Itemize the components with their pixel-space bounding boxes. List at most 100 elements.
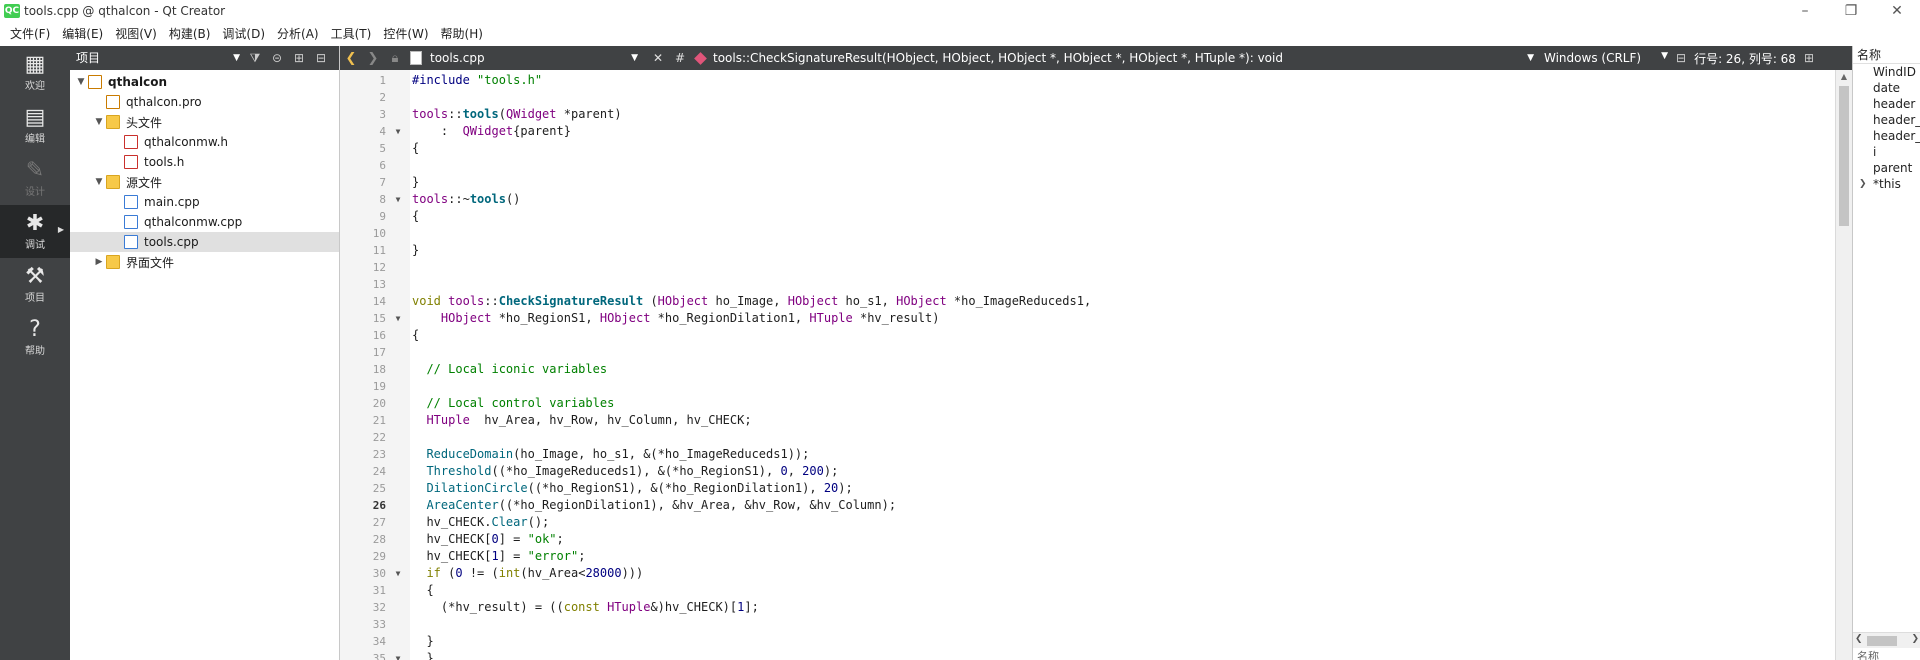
open-file-selector[interactable]: tools.cpp ▼ <box>406 48 646 68</box>
tree-item[interactable]: qthalconmw.h <box>70 132 339 152</box>
code-line[interactable]: 31 { <box>340 582 1835 599</box>
locals-row[interactable]: parent <box>1853 160 1920 176</box>
locals-row[interactable]: i <box>1853 144 1920 160</box>
menu-item[interactable]: 工具(T) <box>325 22 378 46</box>
menu-item[interactable]: 编辑(E) <box>56 22 109 46</box>
code-line[interactable]: 11} <box>340 242 1835 259</box>
scroll-right-icon[interactable]: ❯ <box>1911 634 1919 644</box>
code-editor[interactable]: 1 #include "tools.h" 2 3 tools::tools(QWidge… <box>340 70 1835 660</box>
tree-item[interactable]: qthalcon.pro <box>70 92 339 112</box>
code-line[interactable]: 26 AreaCenter((*ho_RegionDilation1), &hv… <box>340 497 1835 514</box>
menu-item[interactable]: 构建(B) <box>163 22 217 46</box>
editor-vertical-scrollbar[interactable]: ▲ <box>1835 70 1852 660</box>
code-line[interactable]: 20 // Local control variables <box>340 395 1835 412</box>
link-icon[interactable]: ⊝ <box>266 51 288 65</box>
line-ending-selector[interactable]: Windows (CRLF) ▼ <box>1536 51 1676 65</box>
chevron-down-icon[interactable]: ▼ <box>92 117 106 127</box>
code-line[interactable]: 14 void tools::CheckSignatureResult (HObj… <box>340 293 1835 310</box>
close-pane-icon[interactable]: ⊟ <box>310 51 332 65</box>
cursor-position[interactable]: 行号: 26, 列号: 68 <box>1686 50 1796 67</box>
back-arrow-icon[interactable]: ❮ <box>340 51 362 66</box>
code-line[interactable]: 2 <box>340 89 1835 106</box>
split-editor-icon[interactable]: ⊞ <box>1804 51 1814 65</box>
code-line[interactable]: 16 { <box>340 327 1835 344</box>
menu-item[interactable]: 调试(D) <box>216 22 271 46</box>
tree-item[interactable]: tools.cpp <box>70 232 339 252</box>
fold-marker-icon[interactable]: ▼ <box>392 310 404 327</box>
code-line[interactable]: 19 <box>340 378 1835 395</box>
code-line[interactable]: 28 hv_CHECK[0] = "ok"; <box>340 531 1835 548</box>
tree-item[interactable]: ▼ qthalcon <box>70 72 339 92</box>
code-line[interactable]: 6 <box>340 157 1835 174</box>
split-icon[interactable]: ⊞ <box>288 51 310 65</box>
menu-item[interactable]: 分析(A) <box>271 22 325 46</box>
mode-pencil[interactable]: ✎ 设计 <box>0 152 70 205</box>
project-view-selector[interactable]: 项目 ▼ <box>74 48 244 68</box>
fold-marker-icon[interactable]: ▼ <box>392 650 404 660</box>
document-properties-icon[interactable]: ⊟ <box>1676 51 1686 65</box>
code-line[interactable]: 27 hv_CHECK.Clear(); <box>340 514 1835 531</box>
locals-row[interactable]: header_ <box>1853 112 1920 128</box>
code-line[interactable]: 21 HTuple hv_Area, hv_Row, hv_Column, hv… <box>340 412 1835 429</box>
fold-marker-icon[interactable]: ▼ <box>392 191 404 208</box>
code-line[interactable]: 13 <box>340 276 1835 293</box>
locals-name-header[interactable]: 名称 <box>1853 46 1920 64</box>
locals-row[interactable]: ❯ *this <box>1853 176 1920 192</box>
tree-item[interactable]: ▼ 头文件 <box>70 112 339 132</box>
chevron-right-icon[interactable]: ❯ <box>1859 176 1867 192</box>
forward-arrow-icon[interactable]: ❯ <box>362 51 384 66</box>
locals-row[interactable]: header_ <box>1853 128 1920 144</box>
code-line[interactable]: 24 Threshold((*ho_ImageReduceds1), &(*ho… <box>340 463 1835 480</box>
scroll-left-icon[interactable]: ❮ <box>1855 634 1863 644</box>
locals-horizontal-scrollbar[interactable]: ❮ ❯ <box>1853 632 1920 648</box>
code-line[interactable]: 34 } <box>340 633 1835 650</box>
tree-item[interactable]: tools.h <box>70 152 339 172</box>
tree-item[interactable]: ▶ 界面文件 <box>70 252 339 272</box>
code-line[interactable]: 3 tools::tools(QWidget *parent) <box>340 106 1835 123</box>
tree-item[interactable]: main.cpp <box>70 192 339 212</box>
code-line[interactable]: 32 (*hv_result) = ((const HTuple&)hv_CHE… <box>340 599 1835 616</box>
fold-marker-icon[interactable]: ▼ <box>392 123 404 140</box>
minimize-icon[interactable]: – <box>1782 0 1828 22</box>
code-line[interactable]: 18 // Local iconic variables <box>340 361 1835 378</box>
menu-item[interactable]: 视图(V) <box>109 22 163 46</box>
scroll-up-icon[interactable]: ▲ <box>1836 70 1852 84</box>
chevron-down-icon[interactable]: ▼ <box>92 177 106 187</box>
code-line[interactable]: 5{ <box>340 140 1835 157</box>
code-line[interactable]: 25 DilationCircle((*ho_RegionS1), &(*ho_… <box>340 480 1835 497</box>
code-line[interactable]: 33 <box>340 616 1835 633</box>
mode-document[interactable]: ▤ 编辑 <box>0 99 70 152</box>
code-line[interactable]: 10 <box>340 225 1835 242</box>
code-line[interactable]: 22 <box>340 429 1835 446</box>
chevron-right-icon[interactable]: ▶ <box>92 257 106 267</box>
locals-row[interactable]: date <box>1853 80 1920 96</box>
menu-item[interactable]: 控件(W) <box>377 22 434 46</box>
fold-marker-icon[interactable]: ▼ <box>392 565 404 582</box>
code-line[interactable]: 9{ <box>340 208 1835 225</box>
tree-item[interactable]: ▼ 源文件 <box>70 172 339 192</box>
close-icon[interactable]: ✕ <box>1874 0 1920 22</box>
code-line[interactable]: 29 hv_CHECK[1] = "error"; <box>340 548 1835 565</box>
menu-item[interactable]: 帮助(H) <box>435 22 489 46</box>
menu-item[interactable]: 文件(F) <box>4 22 56 46</box>
tree-item[interactable]: qthalconmw.cpp <box>70 212 339 232</box>
code-line[interactable]: 1 #include "tools.h" <box>340 72 1835 89</box>
code-line[interactable]: 12 <box>340 259 1835 276</box>
code-line[interactable]: 8 ▼ tools::~tools() <box>340 191 1835 208</box>
code-line[interactable]: 4 ▼ : QWidget{parent} <box>340 123 1835 140</box>
locals-row[interactable]: header <box>1853 96 1920 112</box>
mode-grid[interactable]: ▦ 欢迎 <box>0 46 70 99</box>
filter-icon[interactable]: ⧩ <box>244 51 266 66</box>
mode-bug[interactable]: ✱ 调试 ▶ <box>0 205 70 258</box>
mode-wrench[interactable]: ⚒ 项目 <box>0 258 70 311</box>
code-line[interactable]: 35 ▼ } <box>340 650 1835 660</box>
maximize-icon[interactable]: ❐ <box>1828 0 1874 22</box>
code-line[interactable]: 15 ▼ HObject *ho_RegionS1, HObject *ho_Re… <box>340 310 1835 327</box>
close-document-icon[interactable]: ✕ <box>646 51 670 65</box>
mode-help[interactable]: ? 帮助 <box>0 311 70 364</box>
code-line[interactable]: 30 ▼ if (0 != (int(hv_Area<28000))) <box>340 565 1835 582</box>
chevron-down-icon[interactable]: ▼ <box>74 77 88 87</box>
locals-row[interactable]: WindID <box>1853 64 1920 80</box>
scrollbar-thumb[interactable] <box>1867 636 1897 646</box>
code-line[interactable]: 17 <box>340 344 1835 361</box>
